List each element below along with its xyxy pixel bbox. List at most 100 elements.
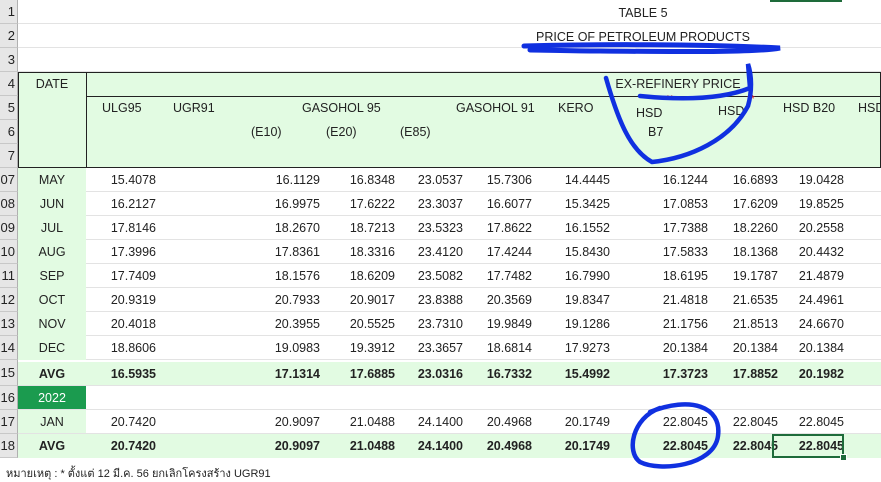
row-header[interactable]: 13 xyxy=(0,312,18,336)
data-cell[interactable]: 18.3316 xyxy=(325,240,395,264)
data-cell[interactable]: 19.1787 xyxy=(708,264,778,288)
row-header[interactable]: 14 xyxy=(0,336,18,360)
row-header[interactable]: 18 xyxy=(0,434,18,458)
data-cell[interactable]: 16.9975 xyxy=(250,192,320,216)
data-cell[interactable]: 20.5525 xyxy=(325,312,395,336)
row-header[interactable]: 15 xyxy=(0,360,18,386)
data-cell[interactable]: 17.7388 xyxy=(638,216,708,240)
data-cell[interactable]: 17.8146 xyxy=(86,216,156,240)
data-cell[interactable]: 19.0428 xyxy=(774,168,844,192)
row-label[interactable]: JUN xyxy=(18,192,86,216)
data-cell[interactable]: 23.3037 xyxy=(393,192,463,216)
data-cell[interactable]: 23.4120 xyxy=(393,240,463,264)
cell-grid[interactable]: TABLE 5 PRICE OF PETROLEUM PRODUCTS DATE… xyxy=(6,0,881,480)
row-label[interactable]: MAY xyxy=(18,168,86,192)
data-cell[interactable]: 21.8513 xyxy=(708,312,778,336)
data-cell[interactable]: 20.1384 xyxy=(638,336,708,360)
row-header[interactable]: 4 xyxy=(0,72,18,96)
data-cell[interactable]: 16.2127 xyxy=(86,192,156,216)
year-cell[interactable]: 2022 xyxy=(18,386,86,409)
data-cell[interactable]: 20.1384 xyxy=(774,336,844,360)
data-cell[interactable]: 17.7482 xyxy=(462,264,532,288)
data-cell[interactable]: 20.7420 xyxy=(86,434,156,458)
data-cell[interactable]: 20.9017 xyxy=(325,288,395,312)
cell-selection[interactable] xyxy=(772,434,844,458)
data-cell[interactable]: 24.4961 xyxy=(774,288,844,312)
data-cell[interactable]: 22.8045 xyxy=(774,410,844,434)
data-cell[interactable]: 18.8606 xyxy=(86,336,156,360)
data-cell[interactable]: 16.5935 xyxy=(86,362,156,385)
data-cell[interactable]: 21.0488 xyxy=(325,410,395,434)
row-header[interactable]: 10 xyxy=(0,240,18,264)
data-cell[interactable]: 17.9273 xyxy=(540,336,610,360)
data-cell[interactable]: 20.4018 xyxy=(86,312,156,336)
data-cell[interactable]: 20.7933 xyxy=(250,288,320,312)
data-cell[interactable]: 19.8347 xyxy=(540,288,610,312)
data-cell[interactable]: 18.2260 xyxy=(708,216,778,240)
row-header[interactable]: 17 xyxy=(0,410,18,434)
row-label[interactable]: DEC xyxy=(18,336,86,360)
data-cell[interactable]: 19.3912 xyxy=(325,336,395,360)
data-cell[interactable]: 23.5082 xyxy=(393,264,463,288)
row-label[interactable]: SEP xyxy=(18,264,86,288)
data-cell[interactable]: 17.4244 xyxy=(462,240,532,264)
data-cell[interactable]: 22.8045 xyxy=(708,434,778,458)
data-cell[interactable]: 21.4879 xyxy=(774,264,844,288)
row-header[interactable]: 2 xyxy=(0,24,18,48)
data-cell[interactable]: 21.1756 xyxy=(638,312,708,336)
data-cell[interactable]: 23.0537 xyxy=(393,168,463,192)
data-cell[interactable]: 24.6670 xyxy=(774,312,844,336)
data-cell[interactable]: 21.6535 xyxy=(708,288,778,312)
data-cell[interactable]: 20.4968 xyxy=(462,410,532,434)
data-cell[interactable]: 18.6195 xyxy=(638,264,708,288)
data-cell[interactable]: 23.3657 xyxy=(393,336,463,360)
data-cell[interactable]: 20.4432 xyxy=(774,240,844,264)
data-cell[interactable]: 15.4078 xyxy=(86,168,156,192)
row-header[interactable]: 12 xyxy=(0,288,18,312)
data-cell[interactable]: 18.6814 xyxy=(462,336,532,360)
data-cell[interactable]: 15.7306 xyxy=(462,168,532,192)
row-header[interactable]: 1 xyxy=(0,0,18,24)
row-header[interactable]: 09 xyxy=(0,216,18,240)
data-cell[interactable]: 16.8348 xyxy=(325,168,395,192)
data-cell[interactable]: 23.0316 xyxy=(393,362,463,385)
row-label[interactable]: AVG xyxy=(18,362,86,385)
data-cell[interactable]: 22.8045 xyxy=(638,434,708,458)
data-cell[interactable]: 23.7310 xyxy=(393,312,463,336)
row-header[interactable]: 6 xyxy=(0,120,18,144)
data-cell[interactable]: 20.1749 xyxy=(540,410,610,434)
data-cell[interactable]: 18.1576 xyxy=(250,264,320,288)
data-cell[interactable]: 18.6209 xyxy=(325,264,395,288)
data-cell[interactable]: 14.4445 xyxy=(540,168,610,192)
data-cell[interactable]: 20.9319 xyxy=(86,288,156,312)
data-cell[interactable]: 20.4968 xyxy=(462,434,532,458)
row-label[interactable]: AVG xyxy=(18,434,86,458)
data-cell[interactable]: 17.3996 xyxy=(86,240,156,264)
data-cell[interactable]: 20.2558 xyxy=(774,216,844,240)
data-cell[interactable]: 18.2670 xyxy=(250,216,320,240)
data-cell[interactable]: 24.1400 xyxy=(393,410,463,434)
data-cell[interactable]: 16.7332 xyxy=(462,362,532,385)
data-cell[interactable]: 17.1314 xyxy=(250,362,320,385)
data-cell[interactable]: 20.9097 xyxy=(250,410,320,434)
row-label[interactable]: OCT xyxy=(18,288,86,312)
row-label[interactable]: AUG xyxy=(18,240,86,264)
data-cell[interactable]: 24.1400 xyxy=(393,434,463,458)
data-cell[interactable]: 20.1384 xyxy=(708,336,778,360)
row-header[interactable]: 07 xyxy=(0,168,18,192)
data-cell[interactable]: 16.6077 xyxy=(462,192,532,216)
data-cell[interactable]: 22.8045 xyxy=(638,410,708,434)
row-header[interactable]: 16 xyxy=(0,386,18,410)
data-cell[interactable]: 21.0488 xyxy=(325,434,395,458)
data-cell[interactable]: 20.1749 xyxy=(540,434,610,458)
row-header[interactable]: 3 xyxy=(0,48,18,72)
data-cell[interactable]: 17.6209 xyxy=(708,192,778,216)
data-cell[interactable]: 17.5833 xyxy=(638,240,708,264)
row-header[interactable]: 08 xyxy=(0,192,18,216)
data-cell[interactable]: 23.5323 xyxy=(393,216,463,240)
data-cell[interactable]: 17.8852 xyxy=(708,362,778,385)
data-cell[interactable]: 17.0853 xyxy=(638,192,708,216)
row-header[interactable]: 11 xyxy=(0,264,18,288)
data-cell[interactable]: 20.1982 xyxy=(774,362,844,385)
data-cell[interactable]: 19.0983 xyxy=(250,336,320,360)
